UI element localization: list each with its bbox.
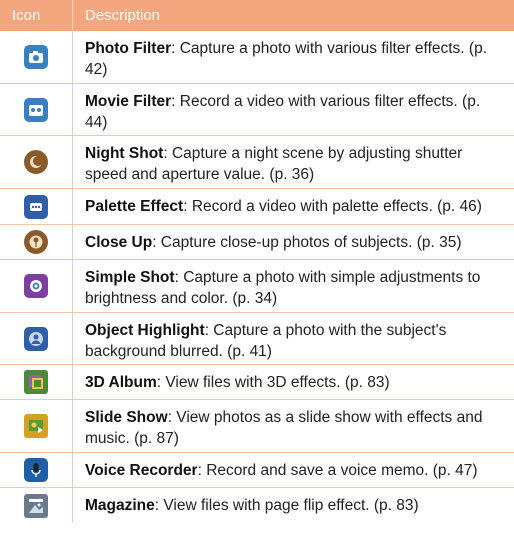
table-row: 3D Album: View files with 3D effects. (p… <box>0 365 514 400</box>
header-description-label: Description <box>72 0 514 31</box>
row-description: 3D Album: View files with 3D effects. (p… <box>85 374 390 391</box>
row-description: Magazine: View files with page flip effe… <box>85 497 419 514</box>
row-description: Night Shot: Capture a night scene by adj… <box>85 145 463 183</box>
3d-album-icon <box>24 370 48 394</box>
table-row: Magazine: View files with page flip effe… <box>0 488 514 523</box>
simple-shot-icon <box>24 274 48 298</box>
row-description: Movie Filter: Record a video with variou… <box>85 93 481 131</box>
icon-description-table: Icon Description Photo Filter: Capture a… <box>0 0 514 523</box>
row-description: Palette Effect: Record a video with pale… <box>85 198 482 215</box>
table-row: Night Shot: Capture a night scene by adj… <box>0 136 514 189</box>
table-row: Simple Shot: Capture a photo with simple… <box>0 260 514 313</box>
night-shot-icon <box>24 150 48 174</box>
row-description: Slide Show: View photos as a slide show … <box>85 409 483 447</box>
table-row: Close Up: Capture close-up photos of sub… <box>0 225 514 260</box>
row-description: Voice Recorder: Record and save a voice … <box>85 462 478 479</box>
voice-recorder-icon <box>24 458 48 482</box>
table-row: Slide Show: View photos as a slide show … <box>0 400 514 453</box>
photo-filter-icon <box>24 45 48 69</box>
row-description: Close Up: Capture close-up photos of sub… <box>85 234 462 251</box>
slide-show-icon <box>24 414 48 438</box>
header-icon-label: Icon <box>12 7 41 24</box>
row-description: Photo Filter: Capture a photo with vario… <box>85 40 488 78</box>
row-description: Simple Shot: Capture a photo with simple… <box>85 269 481 307</box>
close-up-icon <box>24 230 48 254</box>
table-row: Movie Filter: Record a video with variou… <box>0 84 514 136</box>
table-row: Object Highlight: Capture a photo with t… <box>0 313 514 365</box>
table-row: Voice Recorder: Record and save a voice … <box>0 453 514 488</box>
palette-effect-icon <box>24 194 48 219</box>
table-row: Palette Effect: Record a video with pale… <box>0 189 514 225</box>
movie-filter-icon <box>24 97 48 122</box>
table-row: Photo Filter: Capture a photo with vario… <box>0 31 514 84</box>
object-highlight-icon <box>24 326 48 351</box>
row-description: Object Highlight: Capture a photo with t… <box>85 322 447 360</box>
table-header: Icon Description <box>0 0 514 31</box>
magazine-icon <box>24 493 48 518</box>
